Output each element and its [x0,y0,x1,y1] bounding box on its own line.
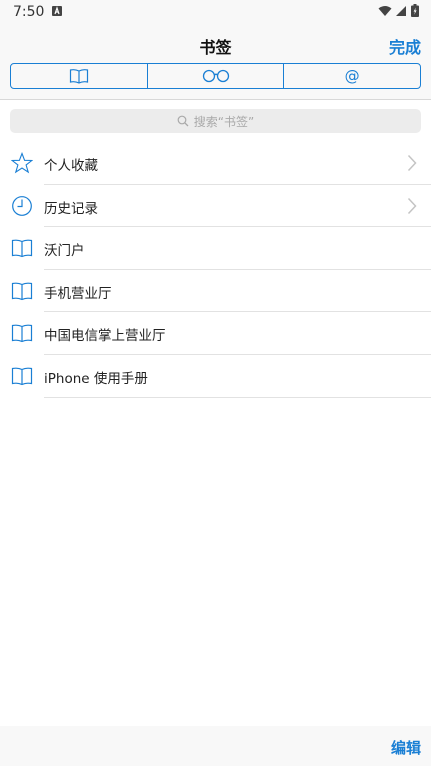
list-item-label: 手机营业厅 [44,285,112,302]
wifi-icon [378,5,392,16]
search-icon [177,115,189,127]
list-item-label: 历史记录 [44,200,98,217]
page-title: 书签 [199,38,232,57]
at-icon: @ [344,67,360,85]
list-item-history[interactable]: 历史记录 [0,185,431,228]
search-placeholder: 搜索“书签” [193,114,255,129]
tab-reading-list[interactable] [148,64,285,88]
list-item-bookmark[interactable]: 沃门户 [0,227,431,270]
status-indicators [378,4,419,17]
book-icon [11,239,33,258]
notification-a-icon [52,6,62,16]
book-icon [69,69,88,84]
list-item-label: 沃门户 [44,243,85,260]
bottom-toolbar: 编辑 [0,726,431,766]
battery-icon [411,4,419,17]
book-icon [11,367,33,386]
status-bar: 7:50 [0,0,431,24]
list-item-label: 个人收藏 [44,158,98,174]
list-item-bookmark[interactable]: 中国电信掌上营业厅 [0,312,431,355]
star-icon [11,152,33,174]
signal-icon [396,5,406,16]
bookmarks-screen: 7:50 书签 完成 @ 搜索“书签” 个人收藏 历史记录 沃门户 手机营业厅 … [0,0,431,766]
list-item-label: iPhone 使用手册 [44,370,148,387]
list-item-label: 中国电信掌上营业厅 [44,328,166,345]
book-icon [11,282,33,300]
list-item-favorites[interactable]: 个人收藏 [0,142,431,185]
navigation-bar: 书签 完成 @ [0,24,431,100]
tab-bookmarks[interactable] [11,64,148,88]
divider [44,396,431,398]
chevron-right-icon [407,154,417,172]
book-icon [11,324,33,343]
search-input[interactable]: 搜索“书签” [10,109,421,133]
bookmark-list: 个人收藏 历史记录 沃门户 手机营业厅 中国电信掌上营业厅 iPhone 使用手… [0,142,431,398]
clock-icon [12,195,32,216]
edit-button[interactable]: 编辑 [391,737,421,758]
tab-shared-links[interactable]: @ [284,64,420,88]
list-item-bookmark[interactable]: 手机营业厅 [0,270,431,313]
glasses-icon [202,69,229,83]
bookmark-segmented-control: @ [10,63,421,89]
list-item-bookmark[interactable]: iPhone 使用手册 [0,355,431,398]
status-time: 7:50 [13,4,45,20]
done-button[interactable]: 完成 [389,34,421,58]
chevron-right-icon [407,197,417,214]
